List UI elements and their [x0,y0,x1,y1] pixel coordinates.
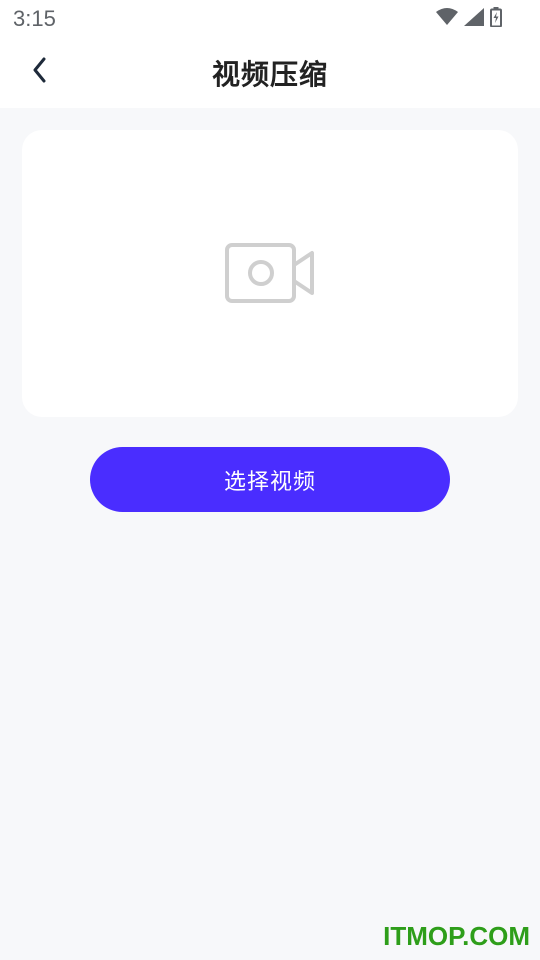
status-icons [436,7,502,31]
wifi-icon [436,8,458,30]
video-preview-area[interactable] [22,130,518,417]
status-bar: 3:15 [0,0,540,36]
page-title: 视频压缩 [211,58,328,91]
battery-charging-icon [490,7,502,31]
video-camera-icon [225,243,315,307]
signal-icon [464,8,484,30]
watermark-logo: ITMOP.COM [383,921,530,951]
select-video-button[interactable]: 选择视频 [90,447,450,512]
app-bar: 视频压缩 [0,36,540,108]
status-time: 3:15 [13,6,56,31]
